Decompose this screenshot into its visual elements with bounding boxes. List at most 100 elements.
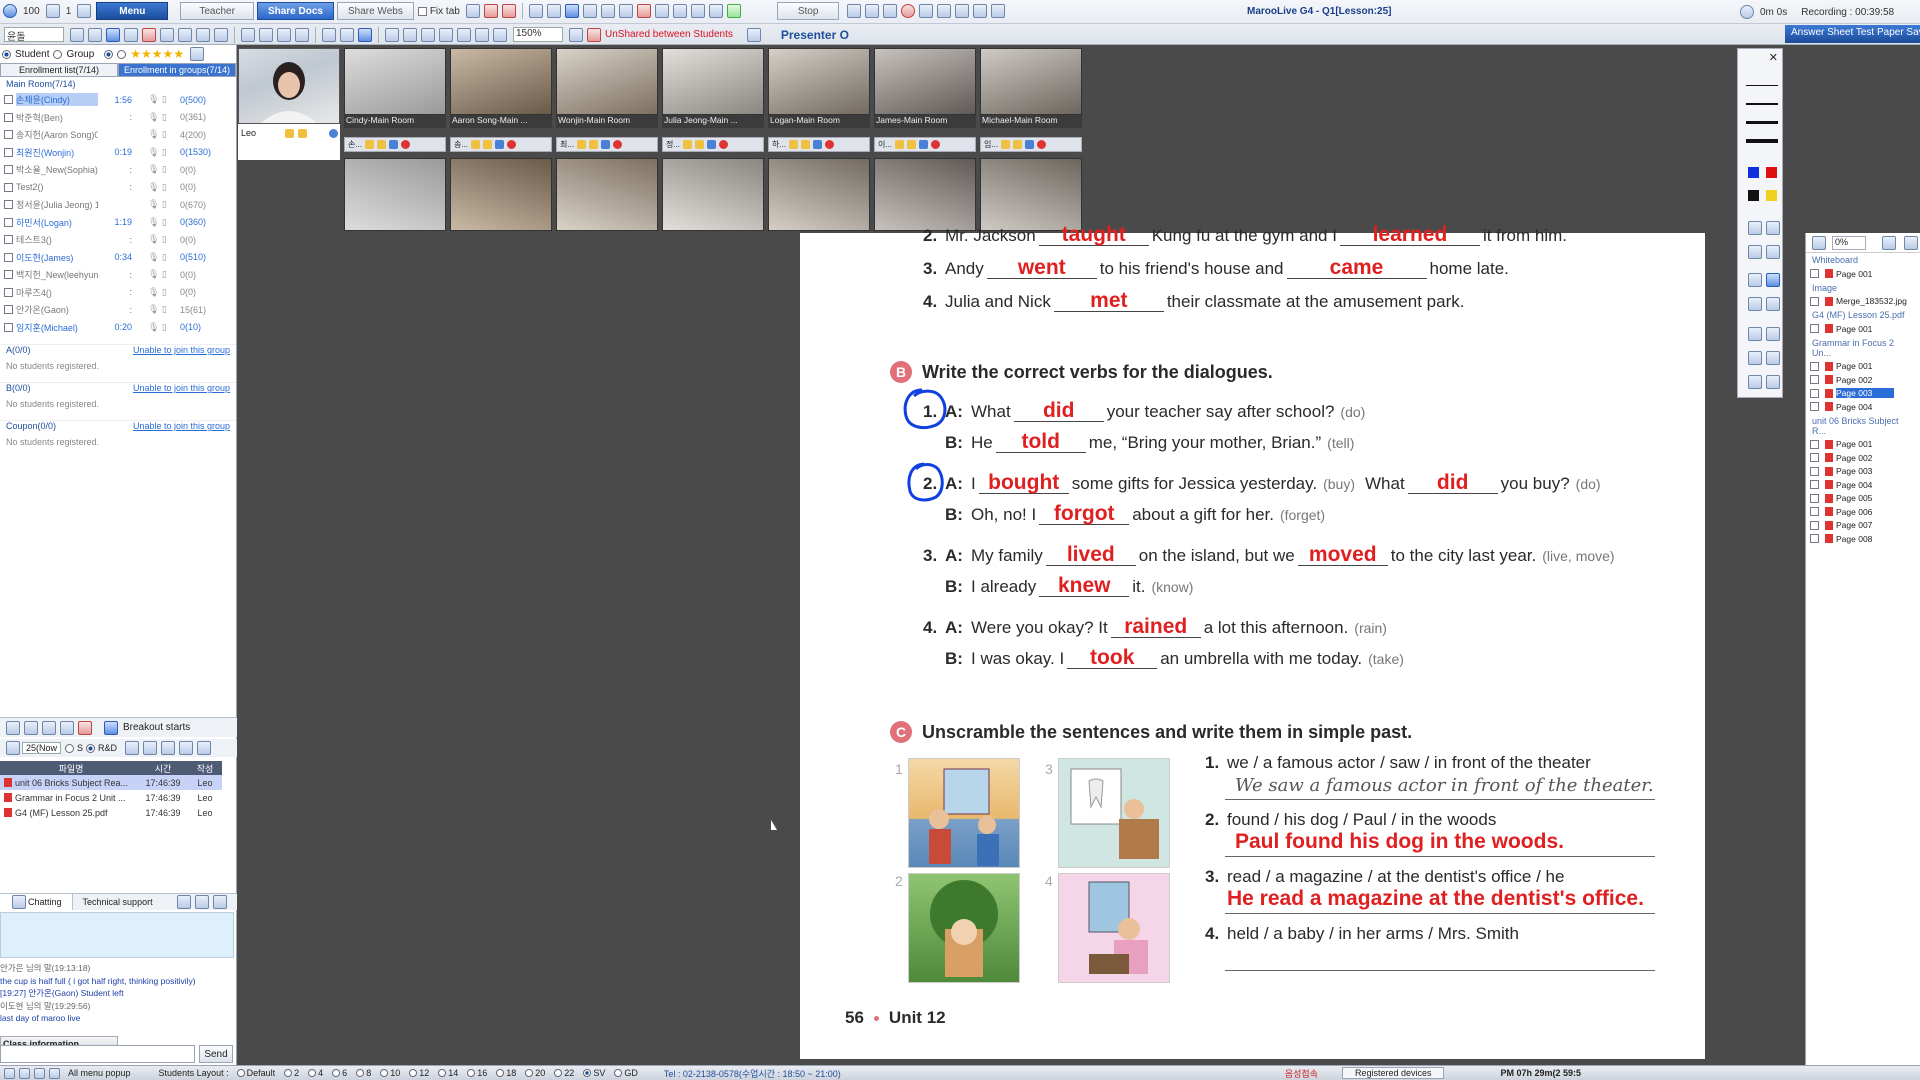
list-icon[interactable] xyxy=(618,4,633,18)
student-checkbox[interactable] xyxy=(4,112,13,122)
student-video[interactable]: Cindy-Main Room xyxy=(344,48,446,128)
layers-icon[interactable] xyxy=(937,4,952,18)
room-icon[interactable] xyxy=(6,720,20,735)
color-red[interactable] xyxy=(1766,167,1777,178)
comment-icon[interactable] xyxy=(1766,375,1780,389)
share-icon[interactable] xyxy=(483,4,498,18)
kick-icon[interactable] xyxy=(719,140,729,149)
kick-icon[interactable] xyxy=(401,140,411,149)
page-group[interactable]: Image xyxy=(1806,281,1920,295)
page-checkbox[interactable] xyxy=(1810,453,1819,463)
chat-input[interactable] xyxy=(0,1045,195,1063)
display-icon[interactable] xyxy=(569,27,583,42)
col-time[interactable]: 시간 xyxy=(138,762,188,775)
page-checkbox[interactable] xyxy=(1810,296,1819,306)
mic-icon[interactable]: 🎙 ▯ xyxy=(132,147,180,158)
student-checkbox[interactable] xyxy=(4,95,13,105)
layout-option[interactable]: 4 xyxy=(308,1068,323,1078)
select-icon[interactable] xyxy=(1748,245,1762,259)
chat-icon[interactable] xyxy=(801,140,811,149)
typed-answer[interactable]: He read a magazine at the dentist's offi… xyxy=(1227,887,1644,911)
stroke-thin[interactable] xyxy=(1746,85,1778,86)
student-row[interactable]: 임지훈(Michael) 0:20 🎙 ▯ 0(10) xyxy=(0,319,236,337)
close-palette-icon[interactable]: ✕ xyxy=(1769,51,1778,64)
page-checkbox[interactable] xyxy=(1810,269,1819,279)
share-icon[interactable] xyxy=(919,140,929,149)
layout-option[interactable]: 18 xyxy=(496,1068,516,1078)
stop-button[interactable]: Stop xyxy=(776,2,840,20)
breakout-start-button[interactable]: Breakout starts xyxy=(102,720,190,735)
page-item[interactable]: Page 001 xyxy=(1806,322,1920,336)
clear-icon[interactable] xyxy=(1766,221,1780,235)
handwritten-answer[interactable]: We saw a famous actor in front of the th… xyxy=(1235,775,1654,796)
layout-radio[interactable] xyxy=(409,1069,418,1077)
page-group[interactable]: G4 (MF) Lesson 25.pdf xyxy=(1806,308,1920,322)
camera-icon[interactable] xyxy=(77,4,92,18)
share-icon[interactable] xyxy=(601,140,611,149)
volume-level[interactable]: 1 xyxy=(66,6,72,17)
line-icon[interactable] xyxy=(421,27,435,42)
fill-icon[interactable] xyxy=(475,27,489,42)
window-status-icon[interactable] xyxy=(34,1067,45,1079)
speaker-icon[interactable] xyxy=(45,4,60,18)
page-checkbox[interactable] xyxy=(1810,480,1819,490)
refresh-icon[interactable] xyxy=(197,741,212,755)
mic-icon[interactable]: 🎙 ▯ xyxy=(132,252,180,263)
answer-blank[interactable]: did xyxy=(1407,472,1498,494)
chat-icon[interactable] xyxy=(695,140,705,149)
page-checkbox[interactable] xyxy=(1810,388,1819,398)
screen-share-icon[interactable] xyxy=(196,27,210,42)
student-video-row2[interactable] xyxy=(556,158,658,231)
timer-icon[interactable] xyxy=(708,4,723,18)
kick-icon[interactable] xyxy=(1037,140,1047,149)
layout-option[interactable]: 14 xyxy=(438,1068,458,1078)
layout-radio[interactable] xyxy=(554,1069,563,1077)
user-icon[interactable] xyxy=(70,27,84,42)
stroke-width-icon[interactable] xyxy=(493,27,507,42)
voice-connect-status[interactable]: 음성접속 xyxy=(1285,1067,1318,1080)
layout-icon[interactable] xyxy=(465,4,480,18)
save-icon[interactable] xyxy=(259,27,273,42)
zoom-level[interactable]: 100 xyxy=(23,6,40,17)
mic-icon[interactable] xyxy=(789,140,799,149)
record-icon[interactable] xyxy=(501,4,516,18)
chat-icon[interactable] xyxy=(589,140,599,149)
page-item[interactable]: Page 004 xyxy=(1806,478,1920,492)
file-row[interactable]: unit 06 Bricks Subject Rea... 17:46:39 Leo xyxy=(0,775,222,790)
answer-blank[interactable]: went xyxy=(986,257,1097,279)
page-item[interactable]: Page 003 xyxy=(1806,465,1920,479)
layout-radio[interactable] xyxy=(467,1069,476,1077)
page-group[interactable]: Grammar in Focus 2 Un... xyxy=(1806,336,1920,360)
student-row[interactable]: 박소율_New(Sophia): 🎙 ▯ 0(0) xyxy=(0,161,236,179)
film-icon[interactable] xyxy=(919,4,934,18)
stroke-thick[interactable] xyxy=(1746,121,1778,124)
student-checkbox[interactable] xyxy=(4,130,13,140)
color-blue[interactable] xyxy=(1748,167,1759,178)
col-filename[interactable]: 파일명 xyxy=(0,762,138,775)
page-zoom-select[interactable]: 0% xyxy=(1832,235,1866,250)
tab-teacher[interactable]: Teacher xyxy=(180,2,254,20)
mark-icon[interactable] xyxy=(142,27,156,42)
student-video[interactable]: James-Main Room xyxy=(874,48,976,128)
shape-icon[interactable] xyxy=(403,27,417,42)
page-item[interactable]: Page 002 xyxy=(1806,451,1920,465)
color-black[interactable] xyxy=(1748,190,1759,201)
mic-icon[interactable]: 🎙 ▯ xyxy=(132,182,180,193)
student-video-row2[interactable] xyxy=(874,158,976,231)
new-page-icon[interactable] xyxy=(241,27,255,42)
layout-option[interactable]: Default xyxy=(236,1068,275,1078)
mic-icon[interactable]: 🎙 ▯ xyxy=(132,94,180,105)
layout-radio[interactable] xyxy=(438,1069,447,1077)
door-icon[interactable] xyxy=(24,720,38,735)
page-checkbox[interactable] xyxy=(1810,520,1819,530)
page-item[interactable]: Merge_183532.jpg xyxy=(1806,295,1920,309)
zoom-icon[interactable] xyxy=(329,128,338,138)
spotlight-icon[interactable] xyxy=(1766,351,1780,365)
layout-option[interactable]: 12 xyxy=(409,1068,429,1078)
send-button[interactable]: Send xyxy=(199,1045,233,1063)
menu-button[interactable]: Menu xyxy=(96,2,169,20)
student-row[interactable]: 하민서(Logan) 1:19 🎙 ▯ 0(360) xyxy=(0,214,236,232)
mic-icon[interactable] xyxy=(683,140,693,149)
zoom-select[interactable]: 150% xyxy=(513,27,563,42)
users-icon[interactable] xyxy=(88,27,102,42)
